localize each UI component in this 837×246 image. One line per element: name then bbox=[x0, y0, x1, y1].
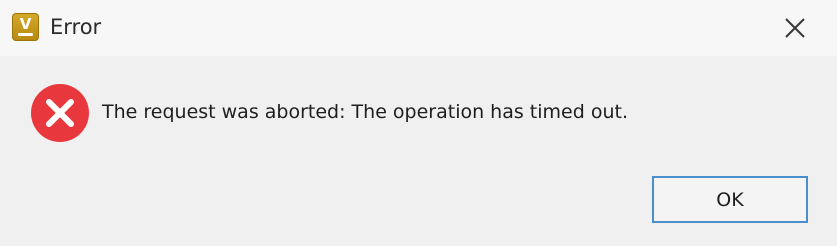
error-x-icon bbox=[31, 84, 89, 142]
app-icon-letter: V bbox=[19, 15, 32, 33]
app-v-icon: V bbox=[12, 13, 39, 41]
ok-button[interactable]: OK bbox=[652, 176, 808, 223]
error-message: The request was aborted: The operation h… bbox=[102, 101, 628, 123]
app-icon-underbar bbox=[18, 33, 33, 36]
title-bar: V Error bbox=[0, 0, 837, 56]
window-title: Error bbox=[50, 15, 102, 39]
close-icon bbox=[785, 18, 805, 38]
error-dialog: V Error The request was aborted: The ope… bbox=[0, 0, 837, 246]
close-button[interactable] bbox=[772, 8, 818, 48]
dialog-content: The request was aborted: The operation h… bbox=[0, 56, 837, 246]
